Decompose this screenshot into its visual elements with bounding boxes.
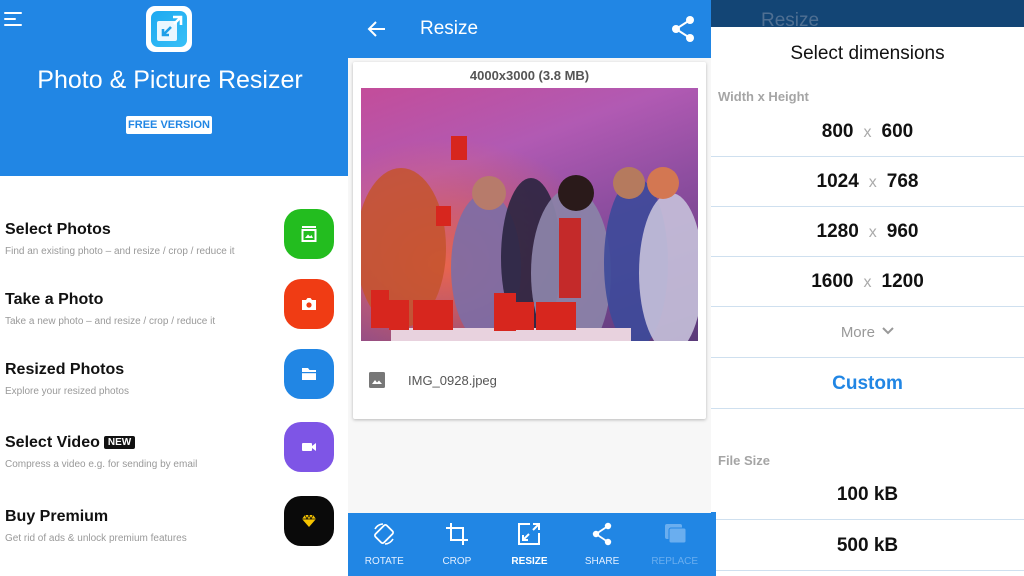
menu-item-resized-photos[interactable]: Resized Photos Explore your resized phot… (0, 349, 348, 421)
share-label: SHARE (584, 556, 620, 567)
image-dimensions: 4000x3000 (3.8 MB) (469, 68, 590, 83)
width-value: 1024 (816, 171, 859, 192)
diamond-icon[interactable] (284, 496, 334, 546)
dimension-option[interactable]: 1024 x 768 (711, 157, 1024, 207)
height-value: 1200 (881, 271, 924, 292)
gallery-icon[interactable] (284, 209, 334, 259)
camera-icon[interactable] (284, 279, 334, 329)
menu-item-subtitle: Take a new photo – and resize / crop / r… (5, 316, 216, 327)
dialog-title: Select dimensions (790, 43, 945, 64)
chevron-down-icon (882, 327, 894, 335)
file-size-option[interactable]: 100 kB (711, 470, 1024, 520)
height-value: 768 (886, 171, 919, 192)
menu-item-title: Take a Photo (5, 291, 104, 308)
dimension-option[interactable]: 800 x 600 (711, 107, 1024, 157)
folder-icon[interactable] (284, 349, 334, 399)
file-info-row: IMG_0928.jpeg (353, 362, 706, 402)
screen-title: Resize (420, 18, 479, 39)
file-size-label: File Size (718, 453, 771, 468)
menu-item-take-photo[interactable]: Take a Photo Take a new photo – and resi… (0, 279, 348, 351)
resize-screen: Resize 4000x3000 (3.8 MB) IMG_0928.jpeg … (348, 0, 711, 576)
resize-button[interactable]: RESIZE (493, 513, 566, 576)
menu-item-buy-premium[interactable]: Buy Premium Get rid of ads & unlock prem… (0, 496, 348, 568)
file-size-option[interactable]: 500 kB (711, 521, 1024, 571)
menu-item-select-video[interactable]: Select Video NEW Compress a video e.g. fo… (0, 422, 348, 494)
menu-item-title: Buy Premium (5, 508, 109, 525)
app-bar: Resize (348, 0, 711, 58)
edge-indicator (711, 512, 716, 576)
share-button[interactable]: SHARE (566, 513, 639, 576)
crop-icon (445, 523, 468, 545)
replace-label: REPLACE (651, 556, 699, 567)
replace-button[interactable]: REPLACE (638, 513, 711, 576)
height-value: 600 (881, 121, 914, 142)
dimension-option[interactable]: 1600 x 1200 (711, 257, 1024, 307)
separator: x (868, 174, 877, 191)
file-name: IMG_0928.jpeg (408, 373, 497, 388)
share-icon[interactable] (670, 15, 696, 43)
rotate-button[interactable]: ROTATE (348, 513, 421, 576)
crop-button[interactable]: CROP (421, 513, 494, 576)
menu-item-title: Resized Photos (5, 361, 125, 378)
share-icon (592, 522, 612, 546)
crop-label: CROP (442, 556, 472, 567)
width-height-label: Width x Height (718, 89, 809, 104)
width-value: 800 (821, 121, 854, 142)
back-arrow-icon[interactable] (366, 18, 388, 40)
replace-icon (664, 524, 687, 544)
select-dimensions-screen: Resize Select dimensions Width x Height … (711, 0, 1024, 576)
separator: x (868, 224, 877, 241)
menu-item-title: Select Video NEW (5, 434, 136, 452)
app-title: Photo & Picture Resizer (37, 66, 303, 94)
separator: x (863, 124, 872, 141)
menu-icon[interactable] (4, 12, 24, 26)
resize-label: RESIZE (511, 556, 548, 567)
separator: x (863, 274, 872, 291)
menu-item-subtitle: Find an existing photo – and resize / cr… (5, 246, 235, 257)
menu-item-title-text: Select Video (5, 434, 100, 451)
menu-item-select-photos[interactable]: Select Photos Find an existing photo – a… (0, 209, 348, 281)
menu-item-title: Select Photos (5, 221, 111, 238)
menu-item-subtitle: Get rid of ads & unlock premium features (5, 533, 187, 544)
width-value: 1600 (811, 271, 854, 292)
more-button[interactable]: More (711, 308, 1024, 358)
rotate-icon (374, 523, 395, 545)
resize-icon (518, 523, 541, 545)
dimmed-app-bar: Resize (711, 0, 1024, 31)
photo-preview[interactable] (361, 88, 698, 341)
home-screen: Photo & Picture Resizer FREE VERSION Sel… (0, 0, 348, 576)
home-header: Photo & Picture Resizer FREE VERSION (0, 0, 348, 176)
new-badge: NEW (103, 436, 136, 449)
menu-item-subtitle: Explore your resized photos (5, 386, 129, 397)
app-logo (146, 6, 192, 52)
dimensions-dialog: Select dimensions Width x Height 800 x 600… (711, 27, 1024, 576)
image-file-icon (369, 372, 385, 388)
custom-button[interactable]: Custom (711, 359, 1024, 409)
free-version-badge: FREE VERSION (126, 116, 212, 134)
rotate-label: ROTATE (364, 556, 404, 567)
video-icon[interactable] (284, 422, 334, 472)
photo-card: 4000x3000 (3.8 MB) IMG_0928.jpeg (353, 62, 706, 419)
bottom-toolbar: ROTATE CROP RESIZE SHARE REPLACE (348, 513, 711, 576)
menu-item-subtitle: Compress a video e.g. for sending by ema… (5, 459, 198, 470)
more-label: More (840, 324, 875, 341)
dimension-option[interactable]: 1280 x 960 (711, 207, 1024, 257)
width-value: 1280 (816, 221, 859, 242)
height-value: 960 (886, 221, 919, 242)
